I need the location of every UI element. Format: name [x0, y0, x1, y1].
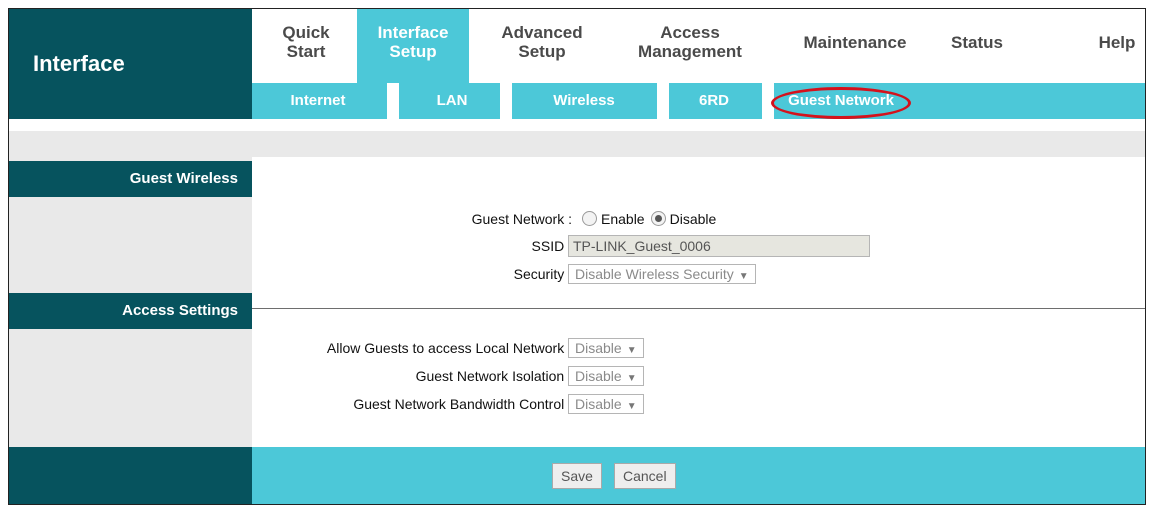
local-network-value: Disable [575, 340, 622, 356]
bandwidth-row: Guest Network Bandwidth Control : Disabl… [252, 392, 1145, 416]
menu-label: Advanced [501, 23, 583, 42]
menu-status[interactable]: Status [937, 33, 1017, 81]
isolation-select[interactable]: Disable ▼ [568, 366, 644, 386]
menu-label: Management [638, 42, 742, 61]
isolation-row: Guest Network Isolation : Disable ▼ [252, 364, 1145, 388]
bandwidth-select[interactable]: Disable ▼ [568, 394, 644, 414]
bandwidth-label: Guest Network Bandwidth Control : [353, 396, 572, 412]
menu-access-management[interactable]: Access Management [620, 23, 760, 71]
dropdown-arrow-icon: ▼ [738, 271, 749, 282]
enable-radio[interactable] [582, 210, 597, 226]
sub-menu: Internet LAN Wireless 6RD Guest Network [252, 83, 1145, 119]
disable-radio[interactable] [650, 210, 666, 226]
footer-right: Save Cancel [252, 447, 1145, 504]
dropdown-arrow-icon: ▼ [626, 373, 637, 384]
security-value: Disable Wireless Security [575, 266, 734, 282]
dropdown-arrow-icon: ▼ [626, 345, 637, 356]
dropdown-arrow-icon: ▼ [626, 401, 637, 412]
spacer [9, 119, 1145, 131]
highlight-circle [771, 87, 911, 119]
guest-network-row: Guest Network : Enable Disable [252, 207, 1145, 231]
submenu-wireless[interactable]: Wireless [514, 83, 654, 119]
menu-label: Setup [518, 42, 566, 61]
menu-label: Start [286, 42, 326, 61]
menu-label: Access [660, 23, 720, 42]
footer-left [9, 447, 252, 504]
guest-network-radios: Enable Disable [582, 207, 716, 231]
save-button[interactable]: Save [552, 463, 602, 489]
menu-advanced-setup[interactable]: Advanced Setup [487, 23, 597, 71]
menu-quick-start[interactable]: Quick Start [266, 23, 346, 71]
menu-label: Maintenance [803, 33, 907, 52]
brand-panel: Interface [9, 9, 252, 119]
local-network-label: Allow Guests to access Local Network : [326, 340, 572, 356]
menu-label: Status [951, 33, 1003, 52]
submenu-separator [387, 83, 399, 119]
submenu-lan[interactable]: LAN [402, 83, 502, 119]
cancel-button[interactable]: Cancel [614, 463, 676, 489]
submenu-6rd[interactable]: 6RD [669, 83, 759, 119]
guest-network-label: Guest Network : [471, 211, 572, 227]
section-guest-wireless: Guest Wireless [9, 161, 252, 197]
submenu-separator [657, 83, 669, 119]
menu-help[interactable]: Help [1082, 33, 1145, 81]
ssid-row: SSID : [252, 234, 1145, 258]
submenu-separator [500, 83, 512, 119]
footer-bar: Save Cancel [9, 447, 1145, 504]
local-network-row: Allow Guests to access Local Network : D… [252, 336, 1145, 360]
section-access-settings: Access Settings [9, 293, 252, 329]
section-divider [252, 308, 1145, 309]
security-label: Security : [513, 266, 572, 282]
bandwidth-value: Disable [575, 396, 622, 412]
router-admin-page: Interface Quick Start Interface Setup Ad… [8, 8, 1146, 505]
local-network-select[interactable]: Disable ▼ [568, 338, 644, 358]
menu-label: Quick [282, 23, 330, 42]
page-title: Interface [33, 51, 125, 76]
menu-interface-setup[interactable]: Interface Setup [357, 9, 469, 83]
menu-maintenance[interactable]: Maintenance [785, 33, 925, 81]
security-row: Security : Disable Wireless Security ▼ [252, 262, 1145, 286]
security-select[interactable]: Disable Wireless Security ▼ [568, 264, 756, 284]
menu-label: Setup [389, 42, 437, 61]
content-header-band [9, 131, 1145, 157]
menu-label: Help [1098, 33, 1136, 52]
isolation-label: Guest Network Isolation : [415, 368, 572, 384]
ssid-label: SSID : [531, 238, 572, 254]
ssid-field[interactable] [568, 235, 870, 257]
menu-label: Interface [377, 23, 449, 42]
submenu-internet[interactable]: Internet [268, 83, 368, 119]
main-menu: Quick Start Interface Setup Advanced Set… [252, 9, 1145, 83]
disable-label: Disable [669, 211, 717, 227]
isolation-value: Disable [575, 368, 622, 384]
enable-label: Enable [601, 211, 645, 227]
